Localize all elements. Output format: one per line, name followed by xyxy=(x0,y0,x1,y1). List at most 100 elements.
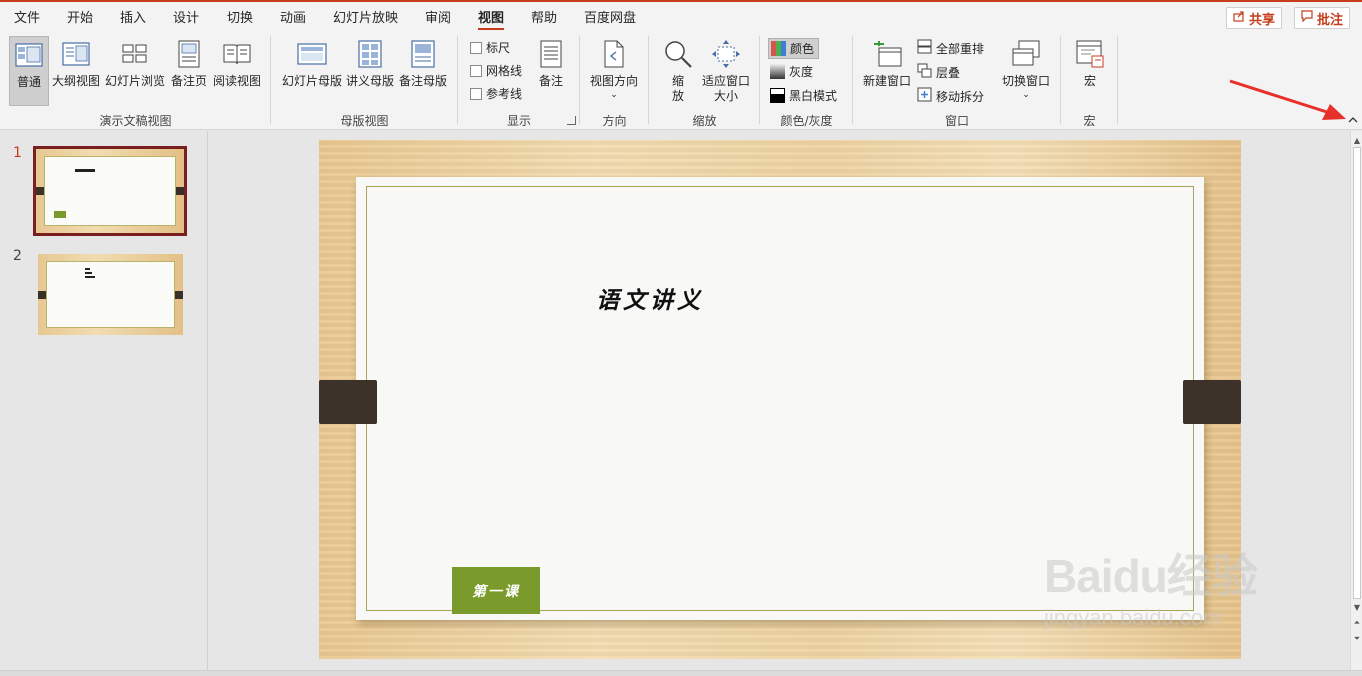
ruler-checkbox-box xyxy=(470,41,482,54)
chevron-up-icon xyxy=(1348,116,1358,122)
new-window-button[interactable]: 新建窗口 xyxy=(861,36,913,106)
scroll-down-arrow-icon[interactable]: ▼ xyxy=(1351,601,1362,613)
binder-clip-left xyxy=(319,380,377,424)
tab-insert[interactable]: 插入 xyxy=(120,7,146,26)
status-bar-edge xyxy=(0,670,1362,676)
cascade-button[interactable]: 层叠 xyxy=(917,63,960,81)
outline-view-button[interactable]: 大纲视图 xyxy=(52,36,100,106)
guides-checkbox-box xyxy=(470,87,482,100)
tab-review[interactable]: 审阅 xyxy=(425,7,451,26)
macros-button[interactable]: 宏 xyxy=(1071,36,1109,106)
handout-master-icon xyxy=(353,36,387,72)
outline-view-label: 大纲视图 xyxy=(52,74,101,88)
reading-view-label: 阅读视图 xyxy=(212,74,261,88)
annotation-arrow-icon xyxy=(1229,79,1346,120)
collapse-ribbon-button[interactable] xyxy=(1346,112,1360,126)
group-window: 新建窗口 全部重排 层叠 移动拆分 切换窗口 ⌄ 窗口 xyxy=(853,32,1061,128)
reading-view-icon xyxy=(220,36,254,72)
group-presentation-views: 普通 大纲视图 幻灯片浏览 备注页 阅读视图 演示文稿视图 xyxy=(0,32,271,128)
orientation-icon xyxy=(597,36,631,72)
arrange-all-button[interactable]: 全部重排 xyxy=(917,39,984,57)
group-label-presentation-views: 演示文稿视图 xyxy=(99,114,172,128)
fit-window-icon xyxy=(709,36,743,72)
group-label-zoom: 缩放 xyxy=(692,114,717,128)
guides-checkbox[interactable]: 参考线 xyxy=(470,85,522,102)
macros-label: 宏 xyxy=(1083,74,1096,88)
grayscale-button[interactable]: 灰度 xyxy=(770,63,813,80)
gridlines-checkbox[interactable]: 网格线 xyxy=(470,62,522,79)
current-slide[interactable]: 语文讲义 第一课 xyxy=(319,140,1241,659)
thumbnail-binder-left xyxy=(36,187,44,195)
handout-master-button[interactable]: 讲义母版 xyxy=(345,36,395,106)
magnifier-icon xyxy=(661,36,695,72)
vertical-scrollbar[interactable]: ▲ ▼ ⏶ ⏷ xyxy=(1350,131,1362,676)
ruler-label: 标尺 xyxy=(486,41,511,55)
fit-to-window-button[interactable]: 适应窗口大小 xyxy=(699,36,753,106)
group-orientation: 视图方向 ⌄ 方向 xyxy=(580,32,649,128)
tab-animations[interactable]: 动画 xyxy=(280,7,306,26)
normal-view-button[interactable]: 普通 xyxy=(9,36,49,106)
slide-master-button[interactable]: 幻灯片母版 xyxy=(279,36,345,106)
notes-page-icon xyxy=(172,36,206,72)
slide-paper-card: 语文讲义 第一课 xyxy=(356,177,1204,620)
group-separator xyxy=(1117,36,1118,124)
tab-file[interactable]: 文件 xyxy=(14,7,40,26)
notes-master-icon xyxy=(406,36,440,72)
slide-number: 2 xyxy=(13,248,22,264)
tab-help[interactable]: 帮助 xyxy=(531,7,557,26)
share-button[interactable]: 共享 xyxy=(1226,7,1283,29)
group-master-views: 幻灯片母版 讲义母版 备注母版 母版视图 xyxy=(271,32,458,128)
macro-icon xyxy=(1073,36,1107,72)
thumbnail-title-mark xyxy=(75,169,95,172)
comment-icon xyxy=(1301,10,1313,26)
chevron-down-icon: ⌄ xyxy=(610,90,618,100)
black-white-button[interactable]: 黑白模式 xyxy=(770,87,837,104)
slide-thumbnail-2[interactable] xyxy=(38,254,183,335)
scroll-up-arrow-icon[interactable]: ▲ xyxy=(1351,134,1362,146)
color-mode-label: 颜色 xyxy=(790,42,815,56)
show-dialog-launcher-icon[interactable] xyxy=(567,116,576,125)
move-split-icon xyxy=(917,87,932,105)
guides-label: 参考线 xyxy=(486,87,523,101)
notes-page-label: 备注页 xyxy=(170,74,207,88)
tab-transitions[interactable]: 切换 xyxy=(227,7,253,26)
normal-view-icon xyxy=(12,37,46,73)
group-label-window: 窗口 xyxy=(944,114,969,128)
gridlines-label: 网格线 xyxy=(486,64,523,78)
zoom-button[interactable]: 缩放 xyxy=(661,36,695,106)
switch-window-button[interactable]: 切换窗口 ⌄ xyxy=(1000,36,1052,106)
black-white-swatch-icon xyxy=(770,88,785,103)
slide-sorter-button[interactable]: 幻灯片浏览 xyxy=(104,36,166,106)
group-color-grayscale: 颜色 灰度 黑白模式 颜色/灰度 xyxy=(760,32,853,128)
notes-button[interactable]: 备注 xyxy=(534,36,568,106)
view-orientation-button[interactable]: 视图方向 ⌄ xyxy=(586,36,642,106)
ruler-checkbox[interactable]: 标尺 xyxy=(470,39,510,56)
previous-slide-icon[interactable]: ⏶ xyxy=(1351,617,1362,629)
thumbnail-binder-right xyxy=(176,187,184,195)
lesson-one-button[interactable]: 第一课 xyxy=(452,567,540,614)
new-window-label: 新建窗口 xyxy=(862,74,911,88)
notes-master-button[interactable]: 备注母版 xyxy=(397,36,449,106)
tab-slideshow[interactable]: 幻灯片放映 xyxy=(333,7,398,26)
slide-thumbnail-1[interactable] xyxy=(33,146,187,236)
tab-view[interactable]: 视图 xyxy=(478,7,505,31)
notes-label: 备注 xyxy=(538,74,563,88)
group-zoom: 缩放 适应窗口大小 缩放 xyxy=(649,32,760,128)
tab-home[interactable]: 开始 xyxy=(67,7,93,26)
chevron-down-icon: ⌄ xyxy=(1022,90,1030,100)
group-label-show: 显示 xyxy=(506,114,531,128)
reading-view-button[interactable]: 阅读视图 xyxy=(211,36,263,106)
tab-design[interactable]: 设计 xyxy=(173,7,199,26)
group-label-master-views: 母版视图 xyxy=(340,114,389,128)
tab-baidu-netdisk[interactable]: 百度网盘 xyxy=(584,7,636,26)
grayscale-label: 灰度 xyxy=(789,65,814,79)
slide-title-text[interactable]: 语文讲义 xyxy=(596,281,704,315)
notes-page-button[interactable]: 备注页 xyxy=(169,36,209,106)
scrollbar-thumb[interactable] xyxy=(1353,147,1361,599)
move-split-button[interactable]: 移动拆分 xyxy=(917,87,984,105)
thumbnail-button-mark xyxy=(54,211,66,218)
next-slide-icon[interactable]: ⏷ xyxy=(1351,633,1362,645)
comments-button[interactable]: 批注 xyxy=(1294,7,1351,29)
color-mode-button[interactable]: 颜色 xyxy=(768,38,820,59)
fit-to-window-label: 适应窗口大小 xyxy=(702,74,751,103)
